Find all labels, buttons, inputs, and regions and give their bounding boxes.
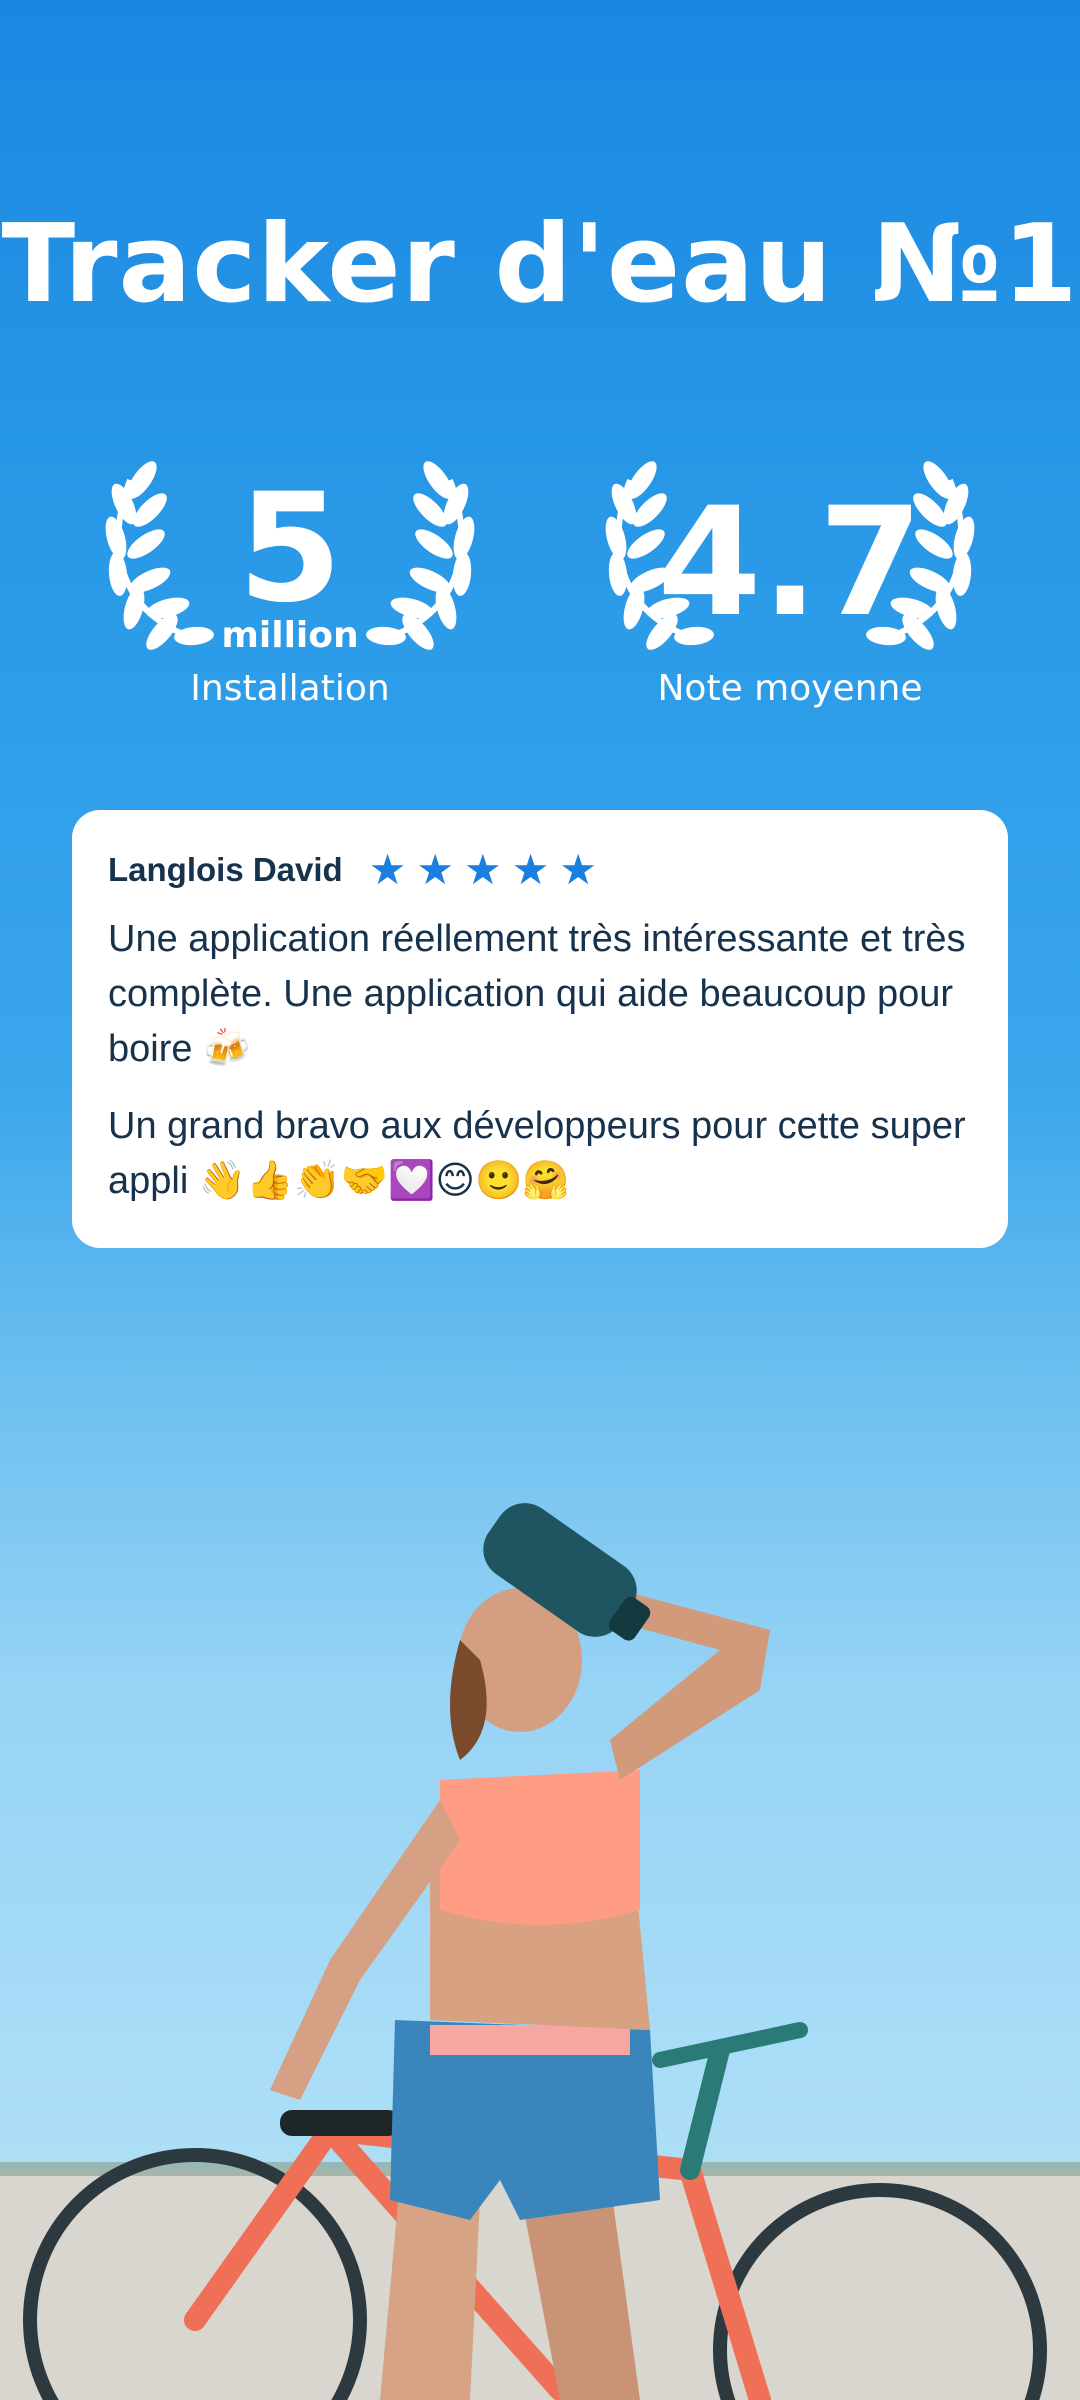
- star-icon: ★: [559, 846, 597, 893]
- page-title: Tracker d'eau №1: [1, 202, 1079, 327]
- installs-badge: 5 million Installation: [90, 440, 490, 720]
- star-icon: ★: [464, 846, 502, 893]
- rating-badge: 4.7 Note moyenne: [590, 440, 990, 720]
- installs-label: Installation: [190, 668, 390, 709]
- installs-unit: million: [221, 615, 359, 656]
- review-text: Un grand bravo aux développeurs pour cet…: [108, 1105, 966, 1202]
- rating-value: 4.7: [657, 476, 923, 650]
- review-author: Langlois David: [108, 851, 343, 888]
- installs-value: 5: [237, 462, 343, 636]
- hero-photo: [0, 1300, 1080, 2400]
- rating-label: Note moyenne: [657, 668, 923, 709]
- star-icon: ★: [511, 846, 550, 893]
- star-icon: ★: [416, 846, 455, 893]
- star-icon: ★: [368, 846, 407, 893]
- review-text: Une application réellement très intéress…: [108, 918, 966, 1070]
- review-header: Langlois David ★ ★ ★ ★ ★: [108, 840, 972, 900]
- review-card: Langlois David ★ ★ ★ ★ ★ Une application…: [72, 810, 1008, 1248]
